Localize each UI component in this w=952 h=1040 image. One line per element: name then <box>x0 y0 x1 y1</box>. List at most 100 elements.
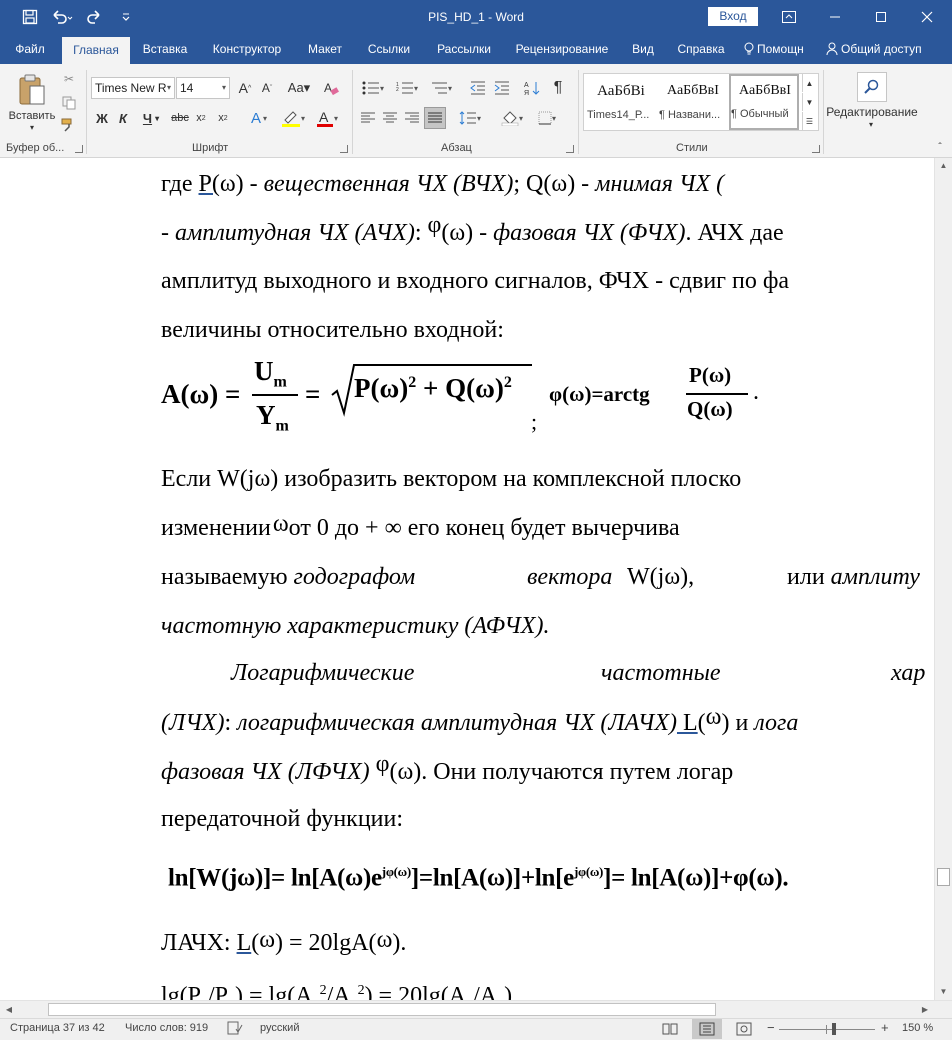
paste-icon[interactable] <box>8 70 56 110</box>
text-run: ). Они получаются путем логар <box>413 759 734 785</box>
formula-numerator: Um <box>254 356 287 391</box>
font-color-icon[interactable]: A ▾ <box>312 108 342 128</box>
read-mode-icon[interactable] <box>662 1022 678 1038</box>
document-canvas[interactable]: где P(ω) - вещественная ЧХ (ВЧХ); Q(ω) -… <box>0 158 934 1000</box>
tab-view[interactable]: Вид <box>624 34 662 64</box>
highlight-icon[interactable]: ▾ <box>278 108 308 128</box>
bullets-icon[interactable]: ▾ <box>358 77 388 99</box>
style-normal[interactable]: АаБбВвІ ¶ Обычный <box>729 74 799 130</box>
font-launcher-icon[interactable] <box>340 145 348 153</box>
copy-icon[interactable] <box>60 94 78 112</box>
text-effects-icon[interactable]: A ▾ <box>246 108 272 128</box>
style-times14[interactable]: АаБбВі Times14_Р... <box>585 75 657 129</box>
word-count[interactable]: Число слов: 919 <box>125 1022 208 1034</box>
align-left-icon[interactable] <box>358 108 378 128</box>
cut-icon[interactable]: ✂ <box>60 70 78 88</box>
styles-scroll-down-icon[interactable]: ▼ <box>802 93 816 111</box>
proofing-icon[interactable] <box>227 1021 243 1038</box>
font-name-dropdown-icon[interactable]: ▾ <box>167 78 171 98</box>
shading-icon[interactable]: ▾ <box>496 108 528 128</box>
scroll-down-icon[interactable]: ▼ <box>935 984 952 1000</box>
subscript-icon[interactable]: x2 <box>193 108 209 128</box>
change-case-icon[interactable]: Aa▾ <box>283 77 315 99</box>
styles-launcher-icon[interactable] <box>812 145 820 153</box>
underline-icon[interactable]: Ч ▾ <box>138 108 164 128</box>
styles-scroll-up-icon[interactable]: ▲ <box>802 74 816 92</box>
formula-log-sup: jφ(ω) <box>381 864 411 879</box>
borders-icon[interactable]: ▾ <box>532 108 562 128</box>
font-size-combo[interactable]: 14 ▾ <box>176 77 230 99</box>
increase-indent-icon[interactable] <box>492 77 512 99</box>
multilevel-list-icon[interactable]: ▾ <box>426 77 456 99</box>
paste-dropdown-icon[interactable]: ▾ <box>28 122 36 132</box>
decrease-indent-icon[interactable] <box>468 77 488 99</box>
line-spacing-icon[interactable]: ▾ <box>455 108 485 128</box>
save-icon[interactable] <box>14 0 46 34</box>
editing-button[interactable]: Редактирование <box>826 104 918 120</box>
ribbon-display-options-icon[interactable] <box>766 0 812 34</box>
italic-icon[interactable]: К <box>115 108 131 128</box>
minimize-icon[interactable] <box>812 0 858 34</box>
tab-mailings[interactable]: Рассылки <box>428 34 500 64</box>
tab-home[interactable]: Главная <box>62 37 130 64</box>
language[interactable]: русский <box>260 1022 299 1034</box>
divider <box>823 70 824 154</box>
align-center-icon[interactable] <box>380 108 400 128</box>
web-layout-icon[interactable] <box>736 1022 752 1039</box>
scroll-right-icon[interactable]: ▶ <box>916 1001 934 1018</box>
paragraph-launcher-icon[interactable] <box>566 145 574 153</box>
tab-design[interactable]: Конструктор <box>202 34 292 64</box>
zoom-level[interactable]: 150 % <box>902 1022 933 1034</box>
print-layout-icon[interactable] <box>692 1019 722 1039</box>
share-button[interactable]: Общий доступ <box>826 34 930 64</box>
zoom-slider-track[interactable] <box>779 1029 875 1030</box>
horizontal-scroll-thumb[interactable] <box>48 1003 716 1016</box>
sort-icon[interactable]: АЯ <box>522 77 542 99</box>
zoom-in-icon[interactable]: + <box>881 1020 889 1035</box>
zoom-out-icon[interactable]: − <box>767 1020 775 1035</box>
scroll-up-icon[interactable]: ▲ <box>935 158 952 174</box>
collapse-ribbon-icon[interactable]: ˆ <box>934 142 946 153</box>
search-icon[interactable] <box>857 72 887 102</box>
tab-insert[interactable]: Вставка <box>136 34 194 64</box>
sign-in-button[interactable]: Вход <box>708 7 758 26</box>
maximize-icon[interactable] <box>858 0 904 34</box>
horizontal-scrollbar[interactable]: ◀ ▶ <box>0 1000 952 1018</box>
clear-formatting-icon[interactable]: A <box>322 77 340 99</box>
style-normal-name: ¶ Обычный <box>731 108 789 120</box>
editing-dropdown-icon[interactable]: ▾ <box>866 119 876 129</box>
tab-references[interactable]: Ссылки <box>360 34 418 64</box>
customize-toolbar-icon[interactable] <box>110 0 142 34</box>
format-painter-icon[interactable] <box>60 116 78 134</box>
bold-icon[interactable]: Ж <box>94 108 110 128</box>
vertical-scrollbar[interactable]: ▲ ▼ <box>934 158 952 1000</box>
doc-line-3: амплитуд выходного и входного сигналов, … <box>161 268 790 294</box>
redo-icon[interactable] <box>78 0 110 34</box>
undo-icon[interactable] <box>46 0 78 34</box>
numbering-icon[interactable]: 1 2 ▾ <box>392 77 422 99</box>
status-bar: Страница 37 из 42 Число слов: 919 русски… <box>0 1018 952 1040</box>
justify-icon[interactable] <box>424 107 446 129</box>
scroll-left-icon[interactable]: ◀ <box>0 1001 18 1018</box>
vertical-scroll-thumb[interactable] <box>937 868 950 886</box>
styles-more-icon[interactable]: ☰ <box>802 112 816 130</box>
font-size-dropdown-icon[interactable]: ▾ <box>222 78 226 98</box>
zoom-slider-thumb[interactable] <box>832 1023 836 1035</box>
tab-help[interactable]: Справка <box>670 34 732 64</box>
shrink-font-icon[interactable]: Aˇ <box>258 77 276 99</box>
text-run: W(j <box>627 564 665 590</box>
tab-layout[interactable]: Макет <box>300 34 350 64</box>
tab-review[interactable]: Рецензирование <box>510 34 614 64</box>
style-title[interactable]: АаБбВвІ ¶ Названи... <box>657 75 729 129</box>
grow-font-icon[interactable]: A ^ <box>236 77 254 99</box>
strikethrough-icon[interactable]: abc <box>170 108 190 128</box>
tab-tell-me[interactable]: Помощн <box>744 34 816 64</box>
clipboard-launcher-icon[interactable] <box>75 145 83 153</box>
page-count[interactable]: Страница 37 из 42 <box>10 1022 105 1034</box>
show-formatting-marks-icon[interactable]: ¶ <box>548 77 568 99</box>
superscript-icon[interactable]: x2 <box>215 108 231 128</box>
align-right-icon[interactable] <box>402 108 422 128</box>
font-name-combo[interactable]: Times New R ▾ <box>91 77 175 99</box>
tab-file[interactable]: Файл <box>4 34 56 64</box>
close-icon[interactable] <box>904 0 950 34</box>
